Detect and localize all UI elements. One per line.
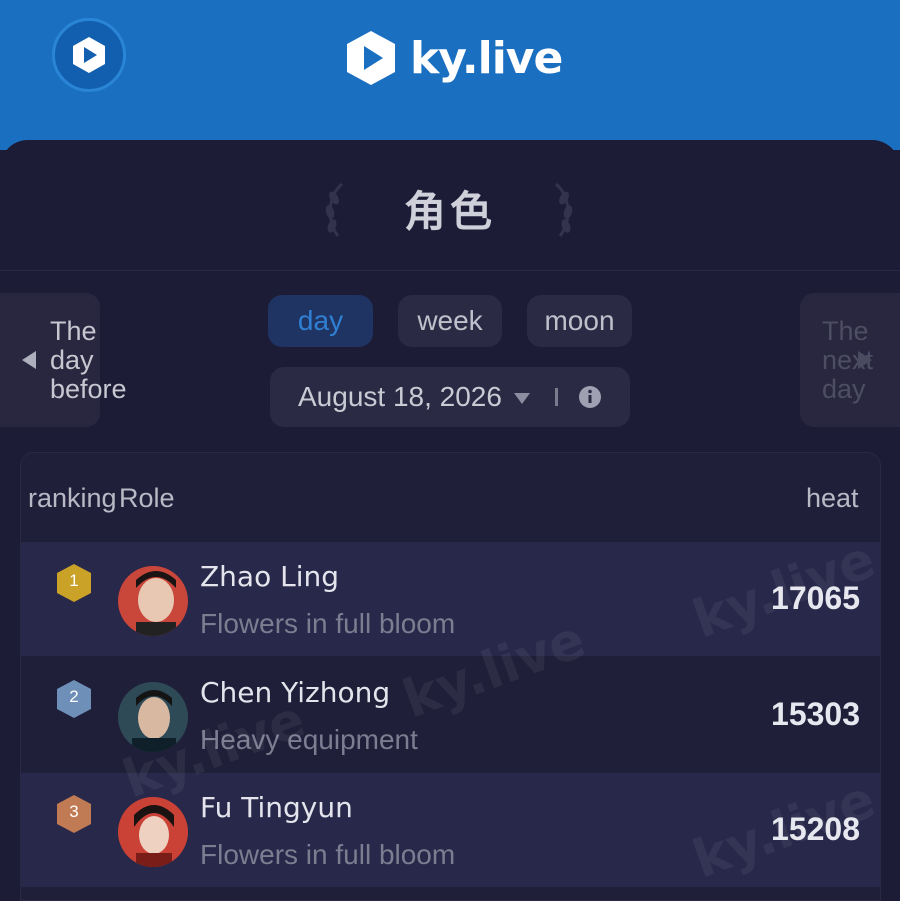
avatar (118, 797, 188, 867)
previous-day-label: The day before (50, 316, 127, 404)
drama-title: Flowers in full bloom (200, 839, 456, 870)
app-header: ky.live (0, 0, 900, 150)
logo-icon (73, 37, 105, 73)
table-row[interactable]: 2 Chen Yizhong Heavy equipment 15303 (21, 658, 880, 772)
heat-value: 15208 (771, 811, 860, 847)
rank-number: 1 (69, 571, 79, 590)
table-row[interactable]: 1 Zhao Ling Flowers in full bloom 17065 (21, 542, 880, 656)
drama-title: Flowers in full bloom (200, 608, 456, 639)
next-day-button[interactable]: The next day (800, 293, 900, 427)
brand: ky.live (344, 28, 563, 88)
title-row: 角色 (0, 140, 900, 271)
date-value: August 18, 2026 (298, 381, 502, 412)
page-title: 角色 (403, 187, 496, 236)
drama-title: Heavy equipment (200, 724, 418, 755)
arrow-left-icon (22, 351, 36, 369)
info-icon[interactable] (578, 385, 602, 409)
character-name: Zhao Ling (200, 560, 340, 593)
dropdown-caret-icon (514, 393, 530, 404)
rank-number: 2 (69, 687, 79, 706)
tab-day[interactable]: day (268, 295, 373, 347)
character-name: Fu Tingyun (200, 791, 353, 824)
next-day-label: The next day (822, 316, 874, 404)
column-header-ranking: ranking (28, 483, 117, 513)
date-selector[interactable]: August 18, 2026 (270, 367, 630, 427)
divider (555, 388, 558, 406)
heat-value: 15303 (771, 696, 860, 732)
ranking-panel: 角色 The day before The next day day week … (0, 140, 900, 901)
column-header-role: Role (119, 483, 175, 513)
brand-logo-icon (347, 31, 395, 85)
column-header-heat: heat (806, 483, 859, 513)
brand-name: ky.live (410, 32, 563, 84)
previous-day-button[interactable]: The day before (0, 293, 127, 427)
arrow-right-icon (858, 351, 872, 369)
avatar (118, 682, 188, 752)
rank-number: 3 (69, 802, 79, 821)
avatar (118, 566, 188, 636)
home-logo-button[interactable] (52, 18, 126, 92)
heat-value: 17065 (771, 580, 860, 616)
laurel-right-icon (554, 182, 573, 237)
ranking-table: ranking Role heat 1 Zhao Ling Flowers in… (20, 452, 881, 901)
tab-week[interactable]: week (398, 295, 502, 347)
table-row[interactable]: 3 Fu Tingyun Flowers in full bloom 15208 (21, 773, 880, 887)
tab-moon[interactable]: moon (527, 295, 632, 347)
character-name: Chen Yizhong (200, 676, 391, 709)
